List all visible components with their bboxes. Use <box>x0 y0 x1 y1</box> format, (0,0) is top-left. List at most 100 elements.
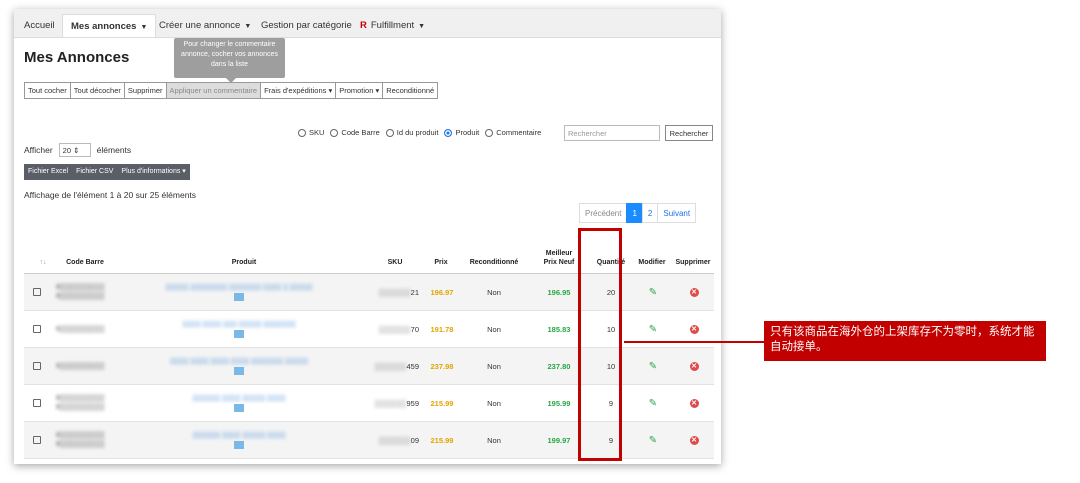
product-link[interactable]: ▒▒▒▒▒▒ ▒▒▒▒ ▒▒▒▒▒ ▒▒▒▒ <box>193 395 286 402</box>
reconditionne-value: Non <box>487 287 501 297</box>
check-all-button[interactable]: Tout cocher <box>24 82 71 99</box>
export-toolbar: Fichier Excel Fichier CSV Plus d'informa… <box>24 164 190 180</box>
barcode-value: 8▒▒▒▒▒▒▒▒▒ 8▒▒▒▒▒▒▒▒▒ <box>56 284 105 300</box>
sku-prefix: ▒▒▒▒▒▒ <box>378 435 411 445</box>
delete-x-icon[interactable]: ✕ <box>689 324 699 334</box>
uncheck-all-button[interactable]: Tout décocher <box>69 82 125 99</box>
edit-pencil-icon[interactable]: ✎ <box>649 361 657 372</box>
pagination-page-2[interactable]: 2 <box>641 203 659 223</box>
reconditionne-value: Non <box>487 435 501 445</box>
price-value: 215.99 <box>430 435 454 445</box>
sku-prefix: ▒▒▒▒▒▒ <box>374 361 407 371</box>
pagination-next[interactable]: Suivant <box>657 203 697 223</box>
sku-value: 959 <box>406 398 419 408</box>
export-excel-button[interactable]: Fichier Excel <box>24 164 72 180</box>
sku-value: 70 <box>410 324 419 334</box>
product-image-icon <box>234 329 244 338</box>
refurbished-button[interactable]: Reconditionné <box>382 82 439 99</box>
sku-value: 09 <box>410 435 419 445</box>
pagination: Précédent 1 2 Suivant <box>579 203 697 223</box>
delete-x-icon[interactable]: ✕ <box>689 361 699 371</box>
col-reconditionne[interactable]: Reconditionné <box>460 258 528 267</box>
tab-accueil[interactable]: Accueil <box>16 14 63 37</box>
row-checkbox[interactable] <box>33 288 41 296</box>
col-sku[interactable]: SKU <box>380 258 410 267</box>
radio-code-barre[interactable] <box>330 128 339 137</box>
more-info-dropdown[interactable]: Plus d'informations ▾ <box>117 164 189 180</box>
product-link[interactable]: ▒▒▒▒ ▒▒▒▒ ▒▒▒ ▒▒▒▒▒ ▒▒▒▒▒▒▒ <box>182 321 295 328</box>
price-value: 215.99 <box>430 398 454 408</box>
tab-creer-annonce[interactable]: Créer une annonce ▼ <box>151 14 259 37</box>
product-image-icon <box>234 403 244 412</box>
reconditionne-value: Non <box>487 398 501 408</box>
tab-fulfillment[interactable]: R Fulfillment ▼ <box>352 14 433 37</box>
best-price-value: 185.83 <box>547 324 571 334</box>
search-input[interactable]: Rechercher <box>564 125 660 141</box>
radio-sku[interactable] <box>298 128 306 137</box>
delete-x-icon[interactable]: ✕ <box>689 398 699 408</box>
apply-comment-button[interactable]: Appliquer un commentaire <box>165 82 262 99</box>
product-link[interactable]: ▒▒▒▒▒▒ ▒▒▒▒ ▒▒▒▒▒ ▒▒▒▒ <box>193 432 286 439</box>
radio-produit[interactable] <box>444 128 453 137</box>
caret-down-icon: ▼ <box>418 23 426 30</box>
row-checkbox[interactable] <box>33 436 41 444</box>
col-best-price-line1[interactable]: Meilleur <box>535 249 583 258</box>
price-value: 237.98 <box>430 361 454 371</box>
quantity-highlight-box <box>578 228 622 461</box>
tab-mes-annonces[interactable]: Mes annonces ▼ <box>62 14 157 37</box>
delete-x-icon[interactable]: ✕ <box>689 287 699 297</box>
promotion-dropdown[interactable]: Promotion ▾ <box>335 82 384 99</box>
shipping-fees-dropdown[interactable]: Frais d'expéditions ▾ <box>260 82 337 99</box>
col-price[interactable]: Prix <box>429 258 453 267</box>
barcode-value: 6▒▒▒▒▒▒▒▒▒ <box>56 362 105 370</box>
edit-pencil-icon[interactable]: ✎ <box>649 287 657 298</box>
search-button[interactable]: Rechercher <box>665 125 713 141</box>
page-size-control: Afficher 20 ⇕ éléments <box>24 143 132 157</box>
page-title: Mes Annonces <box>24 49 130 66</box>
product-image-icon <box>234 440 244 449</box>
tab-gestion-categorie[interactable]: Gestion par catégorie <box>253 14 360 37</box>
product-image-icon <box>234 292 244 301</box>
col-delete: Supprimer <box>675 259 711 266</box>
col-product[interactable]: Produit <box>184 258 304 267</box>
annotation-callout: 只有该商品在海外仓的上架库存不为零时，系统才能自动接单。 <box>764 321 1046 361</box>
col-barcode[interactable]: Code Barre <box>60 258 110 267</box>
page-size-select[interactable]: 20 ⇕ <box>58 143 91 157</box>
col-edit: Modifier <box>638 259 666 266</box>
edit-pencil-icon[interactable]: ✎ <box>649 398 657 409</box>
pagination-prev[interactable]: Précédent <box>579 203 628 223</box>
table-info: Affichage de l'élément 1 à 20 sur 25 élé… <box>24 190 197 200</box>
delete-x-icon[interactable]: ✕ <box>689 435 699 445</box>
edit-pencil-icon[interactable]: ✎ <box>649 435 657 446</box>
barcode-value: 8▒▒▒▒▒▒▒▒▒ 8▒▒▒▒▒▒▒▒▒ <box>56 432 105 448</box>
price-value: 196.97 <box>430 287 454 297</box>
comment-tooltip: Pour changer le commentaire annonce, coc… <box>174 38 285 83</box>
export-csv-button[interactable]: Fichier CSV <box>72 164 117 180</box>
product-image-icon <box>234 366 244 375</box>
top-navbar: Accueil Mes annonces ▼ Créer une annonce ▼… <box>14 9 721 38</box>
reconditionne-value: Non <box>487 361 501 371</box>
col-best-price-line2[interactable]: Prix Neuf <box>535 258 583 267</box>
best-price-value: 196.95 <box>547 287 571 297</box>
sku-value: 459 <box>406 361 419 371</box>
delete-selected-button[interactable]: Supprimer <box>123 82 167 99</box>
radio-id-produit[interactable] <box>385 128 394 137</box>
caret-down-icon: ▼ <box>244 23 252 30</box>
callout-connector-line <box>624 341 764 343</box>
rakuten-logo-icon: R <box>360 20 367 31</box>
best-price-value: 237.80 <box>547 361 571 371</box>
sort-icon[interactable]: ↑↓ <box>36 258 50 267</box>
best-price-value: 195.99 <box>547 398 571 408</box>
sku-value: 21 <box>410 287 419 297</box>
price-value: 191.78 <box>430 324 454 334</box>
pagination-page-1[interactable]: 1 <box>626 203 643 223</box>
product-link[interactable]: ▒▒▒▒ ▒▒▒▒ ▒▒▒▒ ▒▒▒▒ ▒▒▒▒▒▒▒ ▒▒▒▒▒ <box>170 358 308 365</box>
row-checkbox[interactable] <box>33 325 41 333</box>
radio-commentaire[interactable] <box>485 128 494 137</box>
sku-prefix: ▒▒▒▒▒▒ <box>378 324 411 334</box>
row-checkbox[interactable] <box>33 362 41 370</box>
sku-prefix: ▒▒▒▒▒▒ <box>378 287 411 297</box>
edit-pencil-icon[interactable]: ✎ <box>649 324 657 335</box>
row-checkbox[interactable] <box>33 399 41 407</box>
product-link[interactable]: ▒▒▒▒▒ ▒▒▒▒▒▒▒▒ ▒▒▒▒▒▒▒ ▒▒▒▒ ▒ ▒▒▒▒▒ <box>165 284 312 291</box>
